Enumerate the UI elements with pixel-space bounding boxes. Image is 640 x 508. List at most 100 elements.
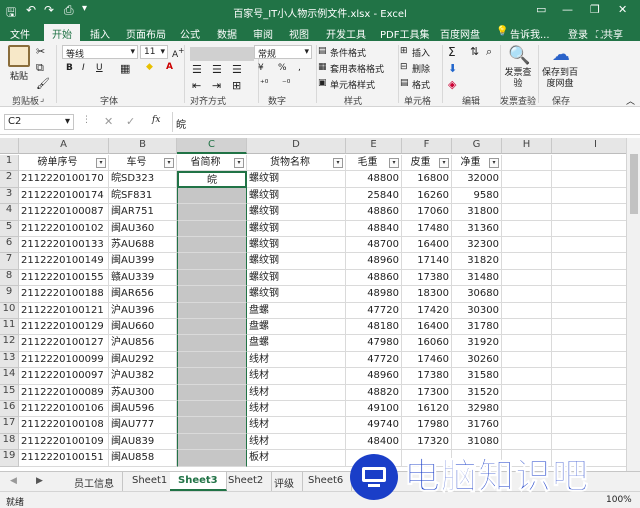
grid-cell[interactable]: 螺纹钢: [247, 204, 346, 221]
filter-dropdown-icon[interactable]: ▾: [96, 158, 106, 168]
grid-cell[interactable]: [177, 433, 247, 451]
increase-decimal-icon[interactable]: ⁺⁰: [260, 79, 268, 89]
align-left-icon[interactable]: ☰: [192, 63, 202, 76]
grid-cell[interactable]: [502, 237, 552, 254]
row-header[interactable]: 4: [0, 204, 19, 221]
grid-cell[interactable]: 苏AU300: [109, 384, 177, 401]
bold-button[interactable]: B: [66, 63, 73, 73]
grid-cell[interactable]: [177, 351, 247, 369]
grid-cell[interactable]: 2112220100174: [19, 187, 109, 205]
sheet-tab-rating[interactable]: 评级: [266, 472, 303, 491]
grid-cell[interactable]: 线材: [247, 433, 346, 451]
table-format-button[interactable]: 套用表格格式: [330, 62, 384, 75]
invoice-check-icon[interactable]: 🔍: [508, 45, 530, 66]
insert-cells-button[interactable]: 插入: [412, 46, 430, 59]
grid-cell[interactable]: 17060: [402, 204, 452, 221]
tell-me-input[interactable]: 告诉我...: [510, 26, 550, 41]
select-all-corner[interactable]: [0, 138, 19, 154]
grid-cell[interactable]: 闽AU858: [109, 450, 177, 467]
grid-cell[interactable]: [502, 187, 552, 205]
active-cell[interactable]: 皖: [177, 171, 247, 188]
header-cell[interactable]: 毛重 ▾: [346, 155, 402, 172]
grid-cell[interactable]: 螺纹钢: [247, 253, 346, 270]
tab-developer[interactable]: 开发工具: [326, 26, 366, 41]
row-header[interactable]: 18: [0, 433, 19, 451]
grid-cell[interactable]: [502, 171, 552, 188]
grid-cell[interactable]: 盘螺: [247, 302, 346, 319]
grid-cell[interactable]: 沪AU382: [109, 368, 177, 385]
paste-icon[interactable]: [8, 45, 30, 67]
header-cell[interactable]: 净重 ▾: [452, 155, 502, 172]
cancel-entry-icon[interactable]: ✕: [104, 115, 113, 128]
grid-cell[interactable]: 48960: [346, 368, 402, 385]
grid-cell[interactable]: 17420: [402, 302, 452, 319]
grid-cell[interactable]: 17460: [402, 351, 452, 369]
grid-cell[interactable]: 闽AU399: [109, 253, 177, 270]
header-cell[interactable]: 皮重 ▾: [402, 155, 452, 172]
grid-cell[interactable]: [177, 187, 247, 205]
row-header[interactable]: 15: [0, 384, 19, 401]
filter-dropdown-icon[interactable]: ▾: [164, 158, 174, 168]
tab-data[interactable]: 数据: [217, 26, 237, 41]
vertical-scrollbar[interactable]: [626, 138, 640, 471]
grid-cell[interactable]: 31920: [452, 335, 502, 352]
tab-review[interactable]: 审阅: [253, 26, 273, 41]
row-header[interactable]: 11: [0, 319, 19, 336]
invoice-check-button[interactable]: 发票查验: [504, 68, 532, 90]
grid-cell[interactable]: 18300: [402, 286, 452, 303]
clear-icon[interactable]: ◈: [448, 78, 456, 91]
grid-cell[interactable]: 30680: [452, 286, 502, 303]
sort-filter-icon[interactable]: ⇅: [470, 45, 479, 58]
grid-cell[interactable]: [177, 450, 247, 467]
tab-insert[interactable]: 插入: [90, 26, 110, 41]
sheet-tab-employee-info[interactable]: 员工信息: [66, 472, 123, 491]
row-header[interactable]: 9: [0, 286, 19, 303]
grid-cell[interactable]: 2112220100109: [19, 433, 109, 451]
grid-cell[interactable]: 闽AU660: [109, 319, 177, 336]
grid-cell[interactable]: 线材: [247, 368, 346, 385]
autosum-icon[interactable]: Σ: [448, 45, 456, 59]
share-button[interactable]: ⛶共享: [596, 26, 623, 41]
column-header-f[interactable]: F: [402, 138, 452, 154]
sheet-tab-sheet2[interactable]: Sheet2: [220, 472, 273, 491]
grid-cell[interactable]: 49100: [346, 401, 402, 418]
scrollbar-thumb[interactable]: [630, 154, 638, 214]
grid-cell[interactable]: [177, 253, 247, 270]
italic-button[interactable]: I: [82, 63, 85, 73]
decrease-decimal-icon[interactable]: ⁻⁰: [282, 79, 290, 89]
grid-cell[interactable]: 板材: [247, 450, 346, 467]
grid-cell[interactable]: 48400: [346, 433, 402, 451]
close-icon[interactable]: ✕: [618, 3, 627, 16]
grid-cell[interactable]: 2112220100099: [19, 351, 109, 369]
collapse-ribbon-icon[interactable]: ︿: [626, 94, 635, 107]
increase-font-icon[interactable]: A+: [172, 46, 184, 60]
grid-cell[interactable]: 16400: [402, 237, 452, 254]
grid-cell[interactable]: 2112220100151: [19, 450, 109, 467]
grid-cell[interactable]: 沪AU396: [109, 302, 177, 319]
grid-cell[interactable]: 2112220100106: [19, 401, 109, 418]
baidu-cloud-icon[interactable]: ☁: [552, 44, 570, 65]
filter-dropdown-icon[interactable]: ▾: [389, 158, 399, 168]
grid-cell[interactable]: [177, 237, 247, 254]
grid-cell[interactable]: 线材: [247, 401, 346, 418]
grid-cell[interactable]: 赣AU339: [109, 269, 177, 287]
grid-cell[interactable]: 31780: [452, 319, 502, 336]
grid-cell[interactable]: [177, 335, 247, 352]
grid-cell[interactable]: 盘螺: [247, 319, 346, 336]
insert-function-button[interactable]: fx: [152, 115, 160, 125]
grid-cell[interactable]: 皖SF831: [109, 187, 177, 205]
grid-cell[interactable]: [502, 417, 552, 434]
delete-cells-button[interactable]: 删除: [412, 62, 430, 75]
grid-cell[interactable]: 2112220100155: [19, 269, 109, 287]
vertical-align-buttons[interactable]: [190, 47, 254, 61]
font-color-icon[interactable]: A: [166, 62, 173, 72]
grid-cell[interactable]: 2112220100149: [19, 253, 109, 270]
grid-cell[interactable]: 皖SD323: [109, 171, 177, 188]
grid-cell[interactable]: [502, 384, 552, 401]
grid-cell[interactable]: [177, 286, 247, 303]
grid-cell[interactable]: [502, 204, 552, 221]
grid-cell[interactable]: 48700: [346, 237, 402, 254]
row-header[interactable]: 5: [0, 220, 19, 237]
grid-cell[interactable]: 线材: [247, 417, 346, 434]
grid-cell[interactable]: 17480: [402, 220, 452, 237]
